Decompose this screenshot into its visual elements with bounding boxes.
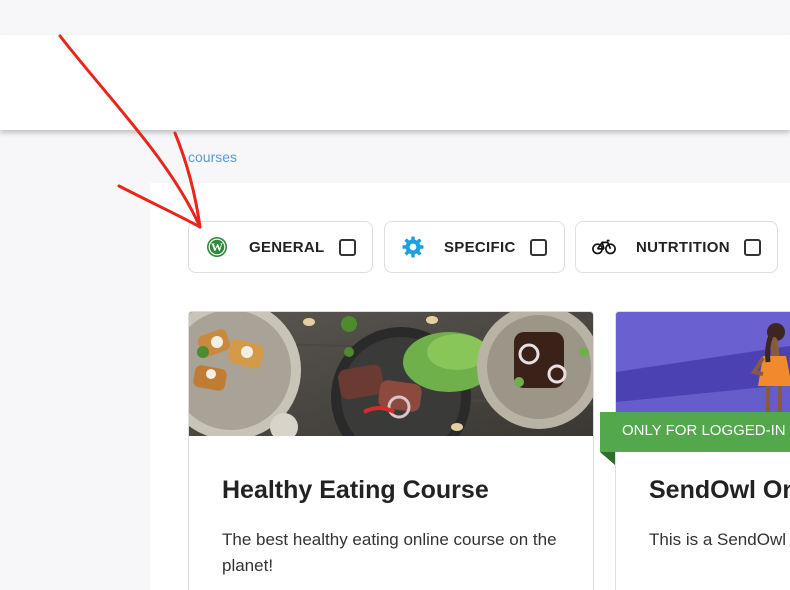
course-image-food — [189, 312, 593, 436]
filter-chip-general[interactable]: W GENERAL — [188, 221, 373, 273]
course-card-healthy-eating[interactable]: Healthy Eating Course The best healthy e… — [188, 311, 594, 590]
logged-in-only-badge: ONLY FOR LOGGED-IN — [600, 412, 790, 452]
filter-chip-specific[interactable]: SPECIFIC — [384, 221, 565, 273]
bicycle-icon — [592, 235, 616, 259]
filter-label-specific: SPECIFIC — [444, 239, 516, 256]
wordpress-icon: W — [205, 235, 229, 259]
course-description: This is a SendOwl — [649, 530, 786, 549]
breadcrumb-courses-link[interactable]: courses — [188, 149, 237, 165]
ribbon-fold — [600, 452, 615, 465]
gear-icon — [401, 235, 425, 259]
filter-checkbox-nutrition[interactable] — [744, 239, 761, 256]
top-header — [0, 35, 790, 130]
filter-checkbox-specific[interactable] — [530, 239, 547, 256]
filter-checkbox-general[interactable] — [339, 239, 356, 256]
svg-text:W: W — [211, 240, 223, 254]
course-description: The best healthy eating online course on… — [222, 530, 557, 575]
filter-label-general: GENERAL — [249, 239, 325, 256]
filter-label-nutrition: NUTRTITION — [636, 239, 730, 256]
course-title[interactable]: SendOwl On — [649, 476, 790, 505]
course-title[interactable]: Healthy Eating Course — [222, 476, 489, 505]
filter-chip-nutrition[interactable]: NUTRTITION — [575, 221, 778, 273]
